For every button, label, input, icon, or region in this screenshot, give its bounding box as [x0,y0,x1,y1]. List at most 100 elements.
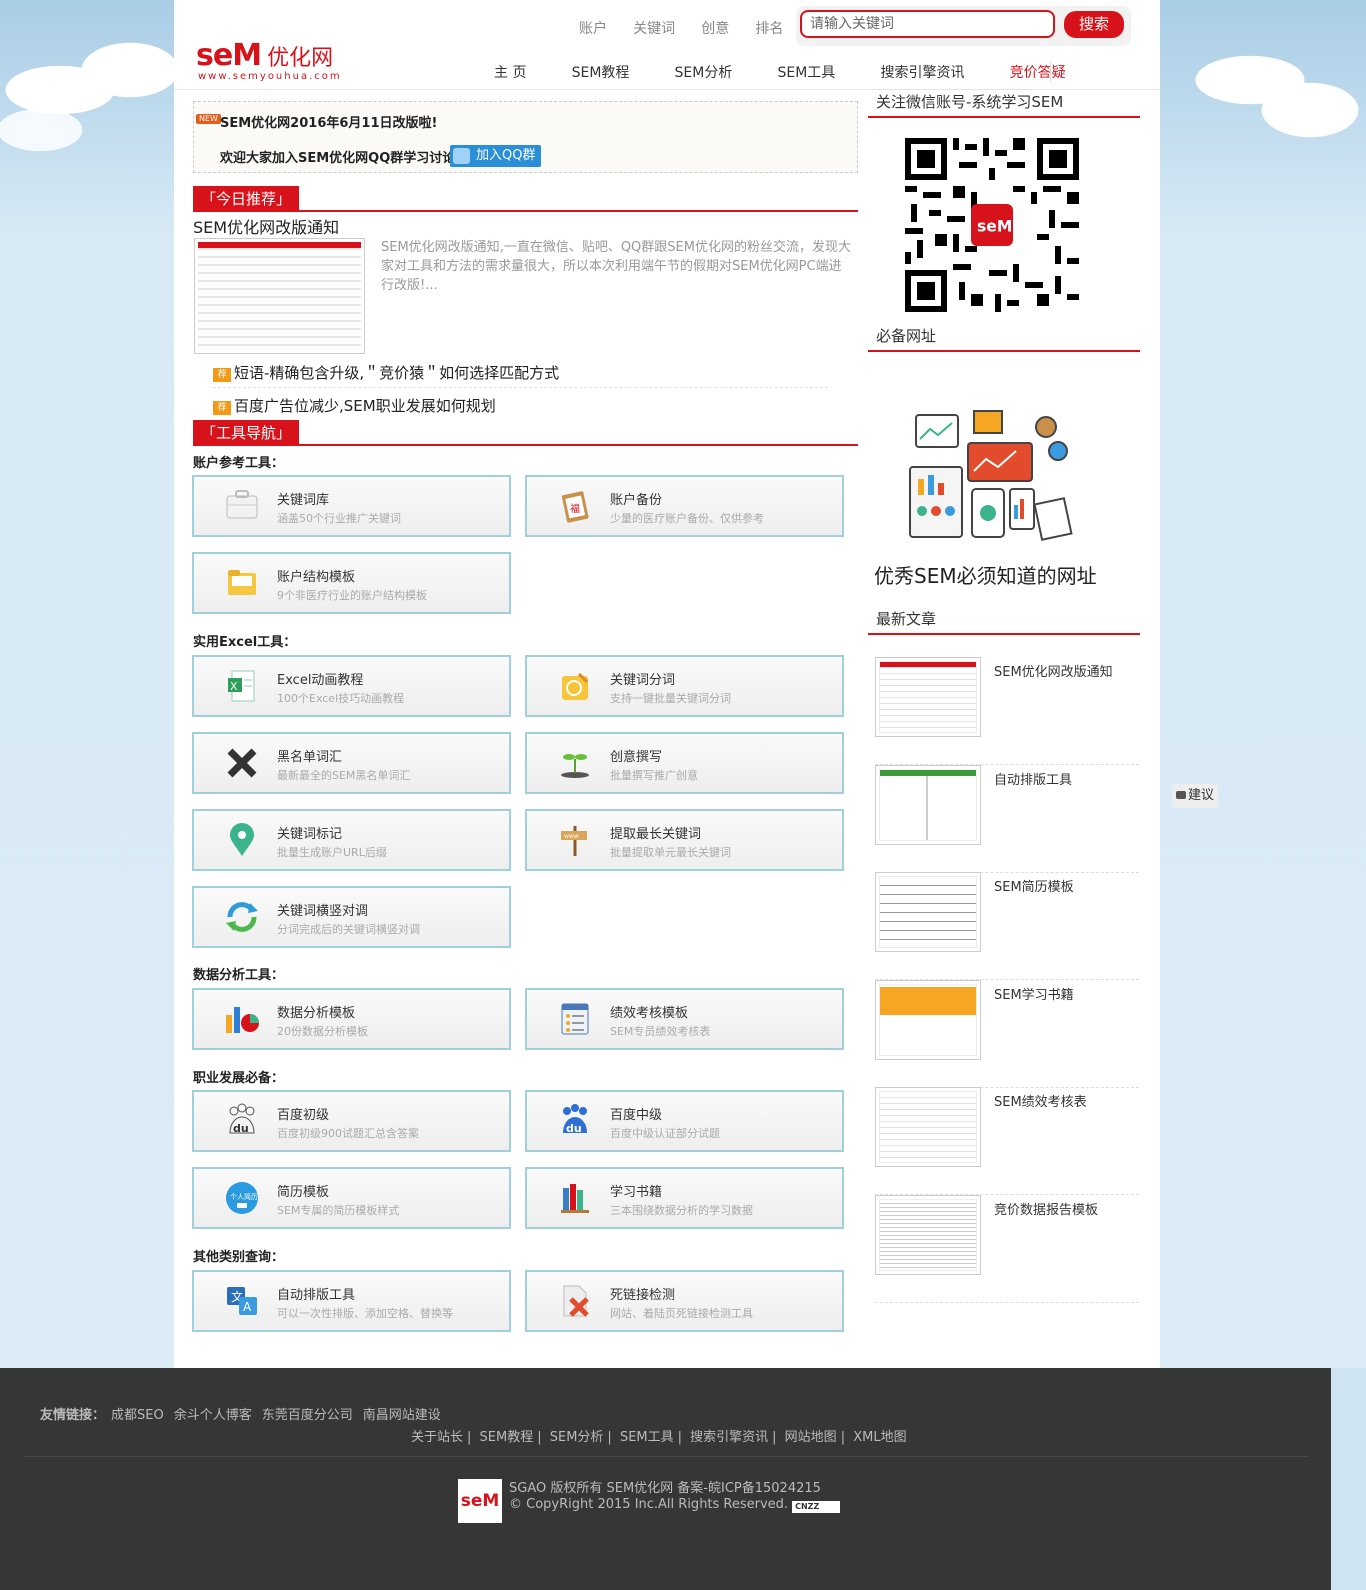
article-thumbnail [875,1087,981,1167]
logo-url: www.semyouhua.com [198,71,342,82]
nav-sem-analysis[interactable]: SEM分析 [675,62,733,82]
tool-card-keyword-library[interactable]: 关键词库 涵盖50个行业推广关键词 [192,475,511,537]
footer-link[interactable]: XML地图 [853,1430,906,1445]
friend-link[interactable]: 成都SEO [111,1408,164,1423]
footer-logo: seM [458,1479,502,1523]
friend-link[interactable]: 东莞百度分公司 [262,1408,353,1423]
nav-search-news[interactable]: 搜索引擎资讯 [880,62,964,82]
latest-article-item[interactable]: 竞价数据报告模板 [875,1195,1139,1303]
tool-desc: 百度中级认证部分试题 [610,1127,720,1140]
tool-card-baidu-intermediate[interactable]: du 百度中级 百度中级认证部分试题 [525,1090,844,1152]
latest-article-item[interactable]: SEM绩效考核表 [875,1087,1139,1195]
chart-icon [222,1001,262,1037]
tool-card-books[interactable]: 学习书籍 三本围绕数据分析的学习数据 [525,1167,844,1229]
logo-cn-text: 优化网 [267,46,334,71]
x-mark-icon [222,745,262,781]
sem-sites-illustration[interactable] [908,405,1078,545]
tool-desc: 百度初级900试题汇总含答案 [277,1127,419,1140]
tool-name: 创意撰写 [610,750,663,765]
nav-bidding-qa[interactable]: 竞价答疑 [1010,62,1066,82]
tool-card-data-analysis[interactable]: 数据分析模板 20份数据分析模板 [192,988,511,1050]
briefcase-icon [222,488,262,524]
notice-title[interactable]: SEM优化网2016年6月11日改版啦! [220,112,437,131]
svg-text:A: A [243,1300,252,1314]
tool-card-account-backup[interactable]: 福 账户备份 少量的医疗账户备份、仅供参考 [525,475,844,537]
today-section-header: 「今日推荐」 [193,186,858,212]
tool-card-excel-tutorial[interactable]: X Excel动画教程 100个Excel技巧动画教程 [192,655,511,717]
wechat-qr-code: seM [905,138,1079,312]
tool-card-keyword-tagging[interactable]: 关键词标记 批量生成账户URL后缀 [192,809,511,871]
footer-link[interactable]: SEM分析 [550,1430,604,1445]
broken-file-icon [555,1283,595,1319]
article-thumbnail [875,980,981,1060]
friend-links: 友情链接： 成都SEO 余斗个人博客 东莞百度分公司 南昌网站建设 [40,1404,451,1423]
nav-home[interactable]: 主 页 [494,62,526,82]
join-qq-button[interactable]: 加入QQ群 [450,145,542,167]
recommended-item-text: 百度广告位减少,SEM职业发展如何规划 [234,397,496,415]
friend-link[interactable]: 南昌网站建设 [363,1408,441,1423]
article-title: SEM简历模板 [994,880,1074,895]
tool-card-creative-writing[interactable]: 创意撰写 批量撰写推广创意 [525,732,844,794]
recommended-item[interactable]: 荐百度广告位减少,SEM职业发展如何规划 [213,395,828,420]
latest-heading: 最新文章 [876,610,937,628]
footer-link[interactable]: SEM教程 [480,1430,534,1445]
tool-card-deadlink-check[interactable]: 死链接检测 网站、着陆页死链接检测工具 [525,1270,844,1332]
tool-card-baidu-junior[interactable]: du 百度初级 百度初级900试题汇总含答案 [192,1090,511,1152]
footer-link[interactable]: 网站地图 [785,1430,837,1445]
footer-link[interactable]: SEM工具 [620,1430,674,1445]
tool-name: 关键词分词 [610,673,676,688]
tool-name: 死链接检测 [610,1288,676,1303]
tool-name: 百度中级 [610,1108,663,1123]
tool-group-label: 账户参考工具： [193,456,285,471]
site-logo[interactable]: seM 优化网 www.semyouhua.com [196,38,340,82]
wechat-heading: 关注微信账号-系统学习SEM [876,93,1064,111]
tool-card-blacklist[interactable]: 黑名单词汇 最新最全的SEM黑名单词汇 [192,732,511,794]
nav-sem-tutorial[interactable]: SEM教程 [572,62,630,82]
latest-article-item[interactable]: SEM学习书籍 [875,980,1139,1088]
top-link-creative[interactable]: 创意 [701,18,729,38]
sites-title[interactable]: 优秀SEM必须知道的网址 [874,560,1097,589]
top-link-keywords[interactable]: 关键词 [633,18,675,38]
latest-article-item[interactable]: 自动排版工具 [875,765,1139,873]
nav-divider [1050,62,1051,82]
recommended-item[interactable]: 荐短语-精确包含升级,＂竞价猿＂如何选择匹配方式 [213,362,828,388]
tool-card-keyword-segment[interactable]: 关键词分词 支持一键批量关键词分词 [525,655,844,717]
cnzz-stats-badge[interactable]: CNZZ [792,1501,841,1513]
tool-card-longest-keyword[interactable]: www 提取最长关键词 批量提取单元最长关键词 [525,809,844,871]
tool-name: 数据分析模板 [277,1006,356,1021]
tools-section-header: 「工具导航」 [193,420,858,446]
tool-desc: 批量撰写推广创意 [610,769,698,782]
friend-links-label: 友情链接： [40,1408,106,1423]
latest-article-item[interactable]: SEM优化网改版通知 [875,657,1139,765]
search-button[interactable]: 搜索 [1064,11,1124,38]
books-icon [555,1180,595,1216]
refresh-icon [222,899,262,935]
recommend-tag-icon: 荐 [213,368,231,382]
search-input[interactable]: 请输入关键词 [800,10,1055,38]
svg-text:福: 福 [570,502,580,515]
tool-card-account-structure[interactable]: 账户结构模板 9个非医疗行业的账户结构模板 [192,552,511,614]
friend-link[interactable]: 余斗个人博客 [174,1408,252,1423]
top-link-account[interactable]: 账户 [579,18,607,38]
article-thumbnail [875,657,981,737]
sites-section-header: 必备网址 [868,322,1140,352]
tool-card-auto-format[interactable]: 文A 自动排版工具 可以一次性排版、添加空格、替换等 [192,1270,511,1332]
footer-link[interactable]: 搜索引擎资讯 [690,1430,768,1445]
tool-card-keyword-transpose[interactable]: 关键词横竖对调 分词完成后的关键词横竖对调 [192,886,511,948]
nav-sem-tools[interactable]: SEM工具 [778,62,836,82]
tool-desc: 最新最全的SEM黑名单词汇 [277,769,411,782]
top-link-ranking[interactable]: 排名 [755,18,783,38]
featured-article-thumbnail[interactable] [194,238,365,354]
tool-name: 账户结构模板 [277,570,356,585]
featured-article-title[interactable]: SEM优化网改版通知 [193,214,339,238]
suggestion-button[interactable]: 建议 [1172,784,1218,808]
tool-card-performance[interactable]: 绩效考核模板 SEM专员绩效考核表 [525,988,844,1050]
tool-desc: 批量提取单元最长关键词 [610,846,731,859]
latest-section-header: 最新文章 [868,605,1140,635]
tool-name: 学习书籍 [610,1185,663,1200]
tool-card-resume[interactable]: 个人简历 简历模板 SEM专属的简历模板样式 [192,1167,511,1229]
tool-group-label: 实用Excel工具： [193,635,297,650]
footer-link[interactable]: 关于站长 [411,1430,463,1445]
resume-icon: 个人简历 [222,1180,262,1216]
latest-article-item[interactable]: SEM简历模板 [875,872,1139,980]
